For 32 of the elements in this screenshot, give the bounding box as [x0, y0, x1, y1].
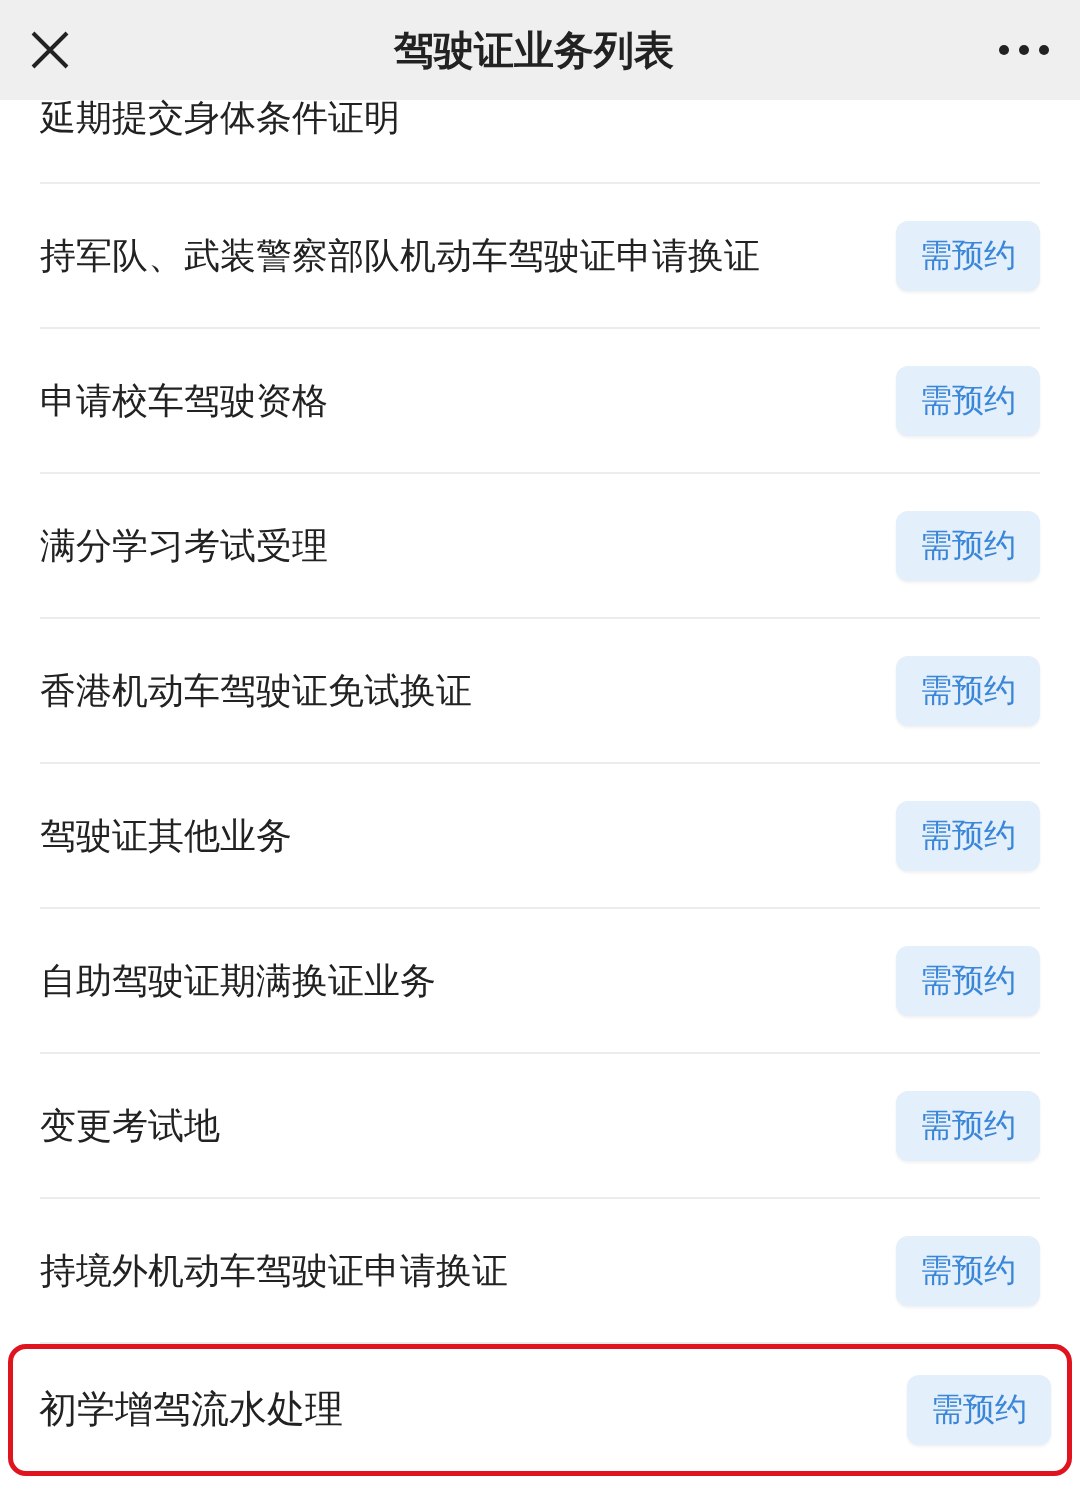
service-name: 驾驶证其他业务: [40, 813, 292, 858]
appointment-tag: 需预约: [896, 1235, 1040, 1306]
service-row[interactable]: 持境外机动车驾驶证申请换证 需预约: [40, 1199, 1040, 1344]
service-name: 自助驾驶证期满换证业务: [40, 958, 436, 1003]
service-row[interactable]: 变更考试地 需预约: [40, 1054, 1040, 1199]
service-row[interactable]: 驾驶证其他业务 需预约: [40, 764, 1040, 909]
service-row[interactable]: 延期提交身体条件证明: [40, 96, 1040, 184]
service-name: 持军队、武装警察部队机动车驾驶证申请换证: [40, 233, 760, 278]
close-icon[interactable]: [30, 30, 70, 70]
service-row[interactable]: 申请校车驾驶资格 需预约: [40, 329, 1040, 474]
service-name: 香港机动车驾驶证免试换证: [40, 668, 472, 713]
more-icon[interactable]: [998, 44, 1050, 56]
highlighted-service-row[interactable]: 初学增驾流水处理 需预约: [8, 1344, 1072, 1476]
appointment-tag: 需预约: [896, 220, 1040, 291]
appointment-tag: 需预约: [896, 510, 1040, 581]
service-row[interactable]: 持军队、武装警察部队机动车驾驶证申请换证 需预约: [40, 184, 1040, 329]
appointment-tag: 需预约: [896, 655, 1040, 726]
appointment-tag: 需预约: [896, 945, 1040, 1016]
appointment-tag: 需预约: [896, 365, 1040, 436]
service-name: 初学增驾流水处理: [39, 1387, 343, 1433]
appointment-tag: 需预约: [896, 800, 1040, 871]
service-name: 变更考试地: [40, 1103, 220, 1148]
service-name: 持境外机动车驾驶证申请换证: [40, 1248, 508, 1293]
service-row[interactable]: 满分学习考试受理 需预约: [40, 474, 1040, 619]
service-name: 延期提交身体条件证明: [40, 96, 400, 140]
appointment-tag: 需预约: [907, 1375, 1051, 1445]
service-name: 满分学习考试受理: [40, 523, 328, 568]
service-row[interactable]: 香港机动车驾驶证免试换证 需预约: [40, 619, 1040, 764]
service-row[interactable]: 自助驾驶证期满换证业务 需预约: [40, 909, 1040, 1054]
service-name: 申请校车驾驶资格: [40, 378, 328, 423]
page-title: 驾驶证业务列表: [394, 25, 674, 75]
appointment-tag: 需预约: [896, 1090, 1040, 1161]
